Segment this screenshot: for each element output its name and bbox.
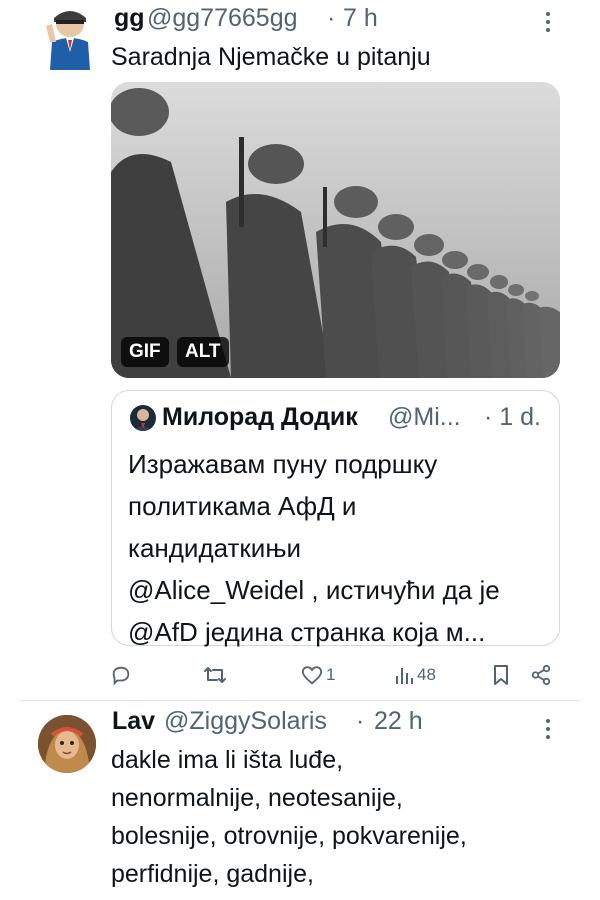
gif-badge: GIF [121,337,169,367]
tweet-media-gif[interactable]: GIF ALT [111,82,560,378]
author-name[interactable]: gg [114,4,145,33]
soldiers-image [111,82,560,378]
quote-author-name: Милорад Додик [162,403,358,431]
like-icon [301,666,323,685]
quote-avatar [130,405,156,431]
reply-icon [112,666,130,686]
avatar[interactable] [38,715,96,773]
more-icon[interactable] [544,10,556,34]
like-count: 1 [326,665,336,684]
quote-time: · 1 d. [484,403,541,431]
bookmark-icon [494,665,508,685]
quoted-tweet[interactable]: Милорад Додик @Mi... · 1 d. Изражавам пу… [111,390,560,647]
tweet-time[interactable]: 7 h [343,4,378,33]
share-button[interactable] [530,664,552,686]
time-separator: · [356,707,365,735]
views-button[interactable]: 48 [394,664,436,686]
author-handle[interactable]: @ZiggySolaris [164,707,327,736]
share-icon [531,664,551,686]
like-button[interactable]: 1 [301,664,335,686]
reply-button[interactable] [110,664,132,686]
retweet-button[interactable] [203,664,227,686]
tweet-text: dakle ima li išta luđe, nenormalnije, ne… [111,746,467,888]
tweet-2[interactable]: Lav @ZiggySolaris · 22 h dakle ima li iš… [0,701,600,900]
tweet-time[interactable]: 22 h [374,707,423,736]
quote-text: Изражавам пуну подршку политикама АфД и … [128,449,500,647]
quote-author-handle: @Mi... [388,403,461,431]
author-handle[interactable]: @gg77665gg [147,4,298,33]
avatar[interactable] [42,8,98,70]
tweet-text: Saradnja Njemačke u pitanju [111,43,431,71]
author-name[interactable]: Lav [112,707,155,736]
views-icon [396,668,413,684]
tweet-1[interactable]: gg @gg77665gg · 7 h Saradnja Njemačke u … [0,0,600,700]
more-icon[interactable] [544,717,556,741]
alt-badge[interactable]: ALT [177,337,229,367]
views-count: 48 [417,665,436,684]
time-separator: · [327,4,336,32]
bookmark-button[interactable] [492,664,510,686]
retweet-icon [204,667,226,683]
